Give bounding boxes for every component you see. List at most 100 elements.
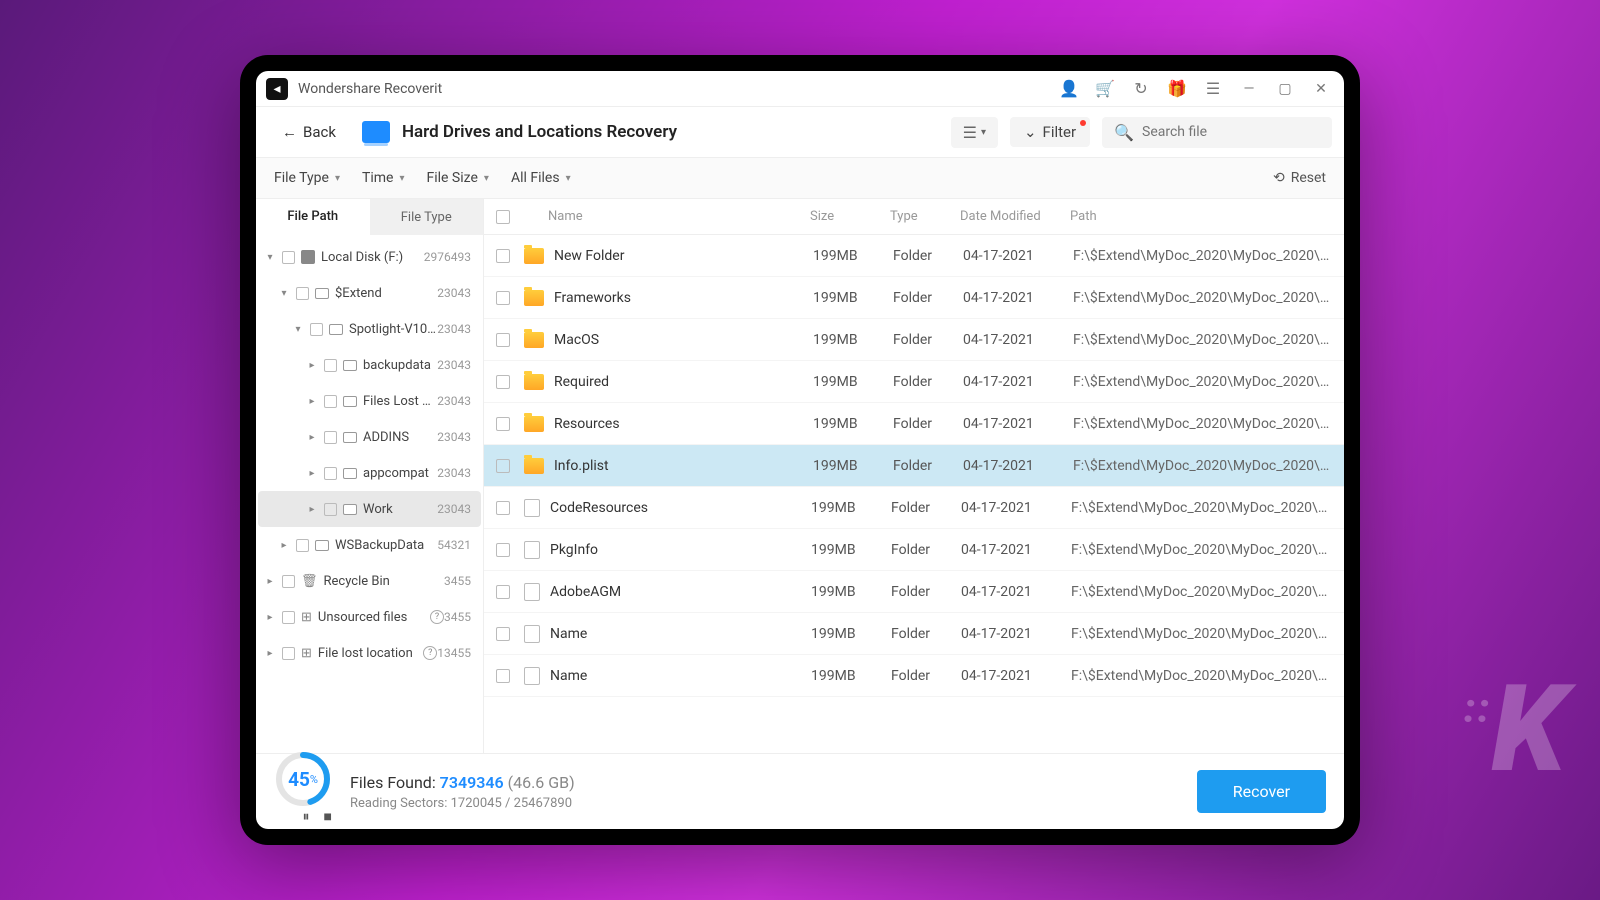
tree-item[interactable]: ▸Work23043 [258, 491, 481, 527]
row-checkbox[interactable] [496, 501, 510, 515]
tree-item[interactable]: ▾Local Disk (F:)2976493 [258, 239, 481, 275]
filter-filesize[interactable]: File Size [426, 170, 488, 186]
cell-path: F:\$Extend\MyDoc_2020\MyDoc_2020\M... [1073, 458, 1332, 474]
tree-checkbox[interactable] [282, 647, 295, 660]
tree-checkbox[interactable] [282, 611, 295, 624]
row-checkbox[interactable] [496, 417, 510, 431]
minimize-button[interactable]: — [1236, 76, 1262, 102]
col-name[interactable]: Name [548, 209, 810, 224]
table-row[interactable]: Name199MBFolder04-17-2021F:\$Extend\MyDo… [484, 655, 1344, 697]
tree-item[interactable]: ▸🗑Recycle Bin3455 [258, 563, 481, 599]
filter-allfiles[interactable]: All Files [511, 170, 571, 186]
folder-tree[interactable]: ▾Local Disk (F:)2976493▾$Extend23043▾Spo… [256, 235, 483, 753]
tree-caret-icon[interactable]: ▸ [306, 396, 318, 407]
tree-item[interactable]: ▸backupdata23043 [258, 347, 481, 383]
tree-caret-icon[interactable]: ▸ [306, 504, 318, 515]
filter-filetype[interactable]: File Type [274, 170, 340, 186]
cell-date: 04-17-2021 [961, 626, 1071, 642]
search-input[interactable] [1142, 124, 1320, 140]
tree-caret-icon[interactable]: ▾ [292, 324, 304, 335]
file-table-body[interactable]: New Folder199MBFolder04-17-2021F:\$Exten… [484, 235, 1344, 753]
reset-button[interactable]: ⟲ Reset [1273, 170, 1326, 186]
tree-item[interactable]: ▸⊞Unsourced files?3455 [258, 599, 481, 635]
tree-caret-icon[interactable]: ▸ [306, 360, 318, 371]
tab-file-path[interactable]: File Path [256, 199, 370, 235]
tree-caret-icon[interactable]: ▸ [264, 648, 276, 659]
tree-checkbox[interactable] [324, 503, 337, 516]
tree-item[interactable]: ▸ADDINS23043 [258, 419, 481, 455]
table-row[interactable]: AdobeAGM199MBFolder04-17-2021F:\$Extend\… [484, 571, 1344, 613]
row-checkbox[interactable] [496, 333, 510, 347]
filter-time[interactable]: Time [362, 170, 405, 186]
table-row[interactable]: Resources199MBFolder04-17-2021F:\$Extend… [484, 403, 1344, 445]
tree-item[interactable]: ▾$Extend23043 [258, 275, 481, 311]
file-icon [524, 499, 540, 517]
tree-item[interactable]: ▸Files Lost Origi...23043 [258, 383, 481, 419]
pause-button[interactable]: ⏸ [303, 809, 310, 825]
menu-icon[interactable]: ☰ [1200, 76, 1226, 102]
row-checkbox[interactable] [496, 627, 510, 641]
cell-path: F:\$Extend\MyDoc_2020\MyDoc_2020\M... [1073, 416, 1332, 432]
tree-caret-icon[interactable]: ▸ [264, 612, 276, 623]
row-checkbox[interactable] [496, 669, 510, 683]
tree-caret-icon[interactable]: ▾ [278, 288, 290, 299]
tree-item[interactable]: ▸appcompat23043 [258, 455, 481, 491]
table-row[interactable]: Info.plist199MBFolder04-17-2021F:\$Exten… [484, 445, 1344, 487]
tree-checkbox[interactable] [296, 539, 309, 552]
col-type[interactable]: Type [890, 209, 960, 224]
table-row[interactable]: CodeResources199MBFolder04-17-2021F:\$Ex… [484, 487, 1344, 529]
tree-item[interactable]: ▾Spotlight-V10000...23043 [258, 311, 481, 347]
cart-icon[interactable]: 🛒 [1092, 76, 1118, 102]
tree-checkbox[interactable] [282, 575, 295, 588]
tree-checkbox[interactable] [324, 395, 337, 408]
tree-checkbox[interactable] [310, 323, 323, 336]
row-checkbox[interactable] [496, 375, 510, 389]
row-checkbox[interactable] [496, 585, 510, 599]
filter-button[interactable]: ⌄ Filter [1010, 117, 1090, 147]
table-row[interactable]: MacOS199MBFolder04-17-2021F:\$Extend\MyD… [484, 319, 1344, 361]
search-box[interactable]: 🔍 [1102, 117, 1332, 148]
tree-item[interactable]: ▸⊞File lost location?13455 [258, 635, 481, 671]
tree-caret-icon[interactable]: ▾ [264, 252, 276, 263]
recover-button[interactable]: Recover [1197, 770, 1326, 813]
row-checkbox[interactable] [496, 459, 510, 473]
col-date[interactable]: Date Modified [960, 209, 1070, 224]
help-icon[interactable]: ? [430, 610, 444, 624]
gift-icon[interactable]: 🎁 [1164, 76, 1190, 102]
reading-sectors: Reading Sectors: 1720045 / 25467890 [350, 796, 1179, 811]
row-checkbox[interactable] [496, 291, 510, 305]
tree-checkbox[interactable] [296, 287, 309, 300]
tree-caret-icon[interactable]: ▸ [306, 432, 318, 443]
tree-count: 23043 [437, 322, 471, 336]
table-row[interactable]: New Folder199MBFolder04-17-2021F:\$Exten… [484, 235, 1344, 277]
help-icon[interactable]: ? [423, 646, 437, 660]
close-button[interactable]: ✕ [1308, 76, 1334, 102]
device-frame: ◂ Wondershare Recoverit 👤 🛒 ↻ 🎁 ☰ — ▢ ✕ … [240, 55, 1360, 845]
select-all-checkbox[interactable] [496, 210, 510, 224]
cell-date: 04-17-2021 [963, 374, 1073, 390]
maximize-button[interactable]: ▢ [1272, 76, 1298, 102]
row-checkbox[interactable] [496, 543, 510, 557]
tree-item[interactable]: ▸WSBackupData54321 [258, 527, 481, 563]
back-button[interactable]: ← Back [268, 117, 350, 147]
tree-checkbox[interactable] [282, 251, 295, 264]
cell-path: F:\$Extend\MyDoc_2020\MyDoc_2020\M... [1073, 248, 1332, 264]
tab-file-type[interactable]: File Type [370, 199, 484, 235]
table-row[interactable]: PkgInfo199MBFolder04-17-2021F:\$Extend\M… [484, 529, 1344, 571]
tree-checkbox[interactable] [324, 359, 337, 372]
tree-caret-icon[interactable]: ▸ [306, 468, 318, 479]
table-row[interactable]: Name199MBFolder04-17-2021F:\$Extend\MyDo… [484, 613, 1344, 655]
col-size[interactable]: Size [810, 209, 890, 224]
tree-checkbox[interactable] [324, 467, 337, 480]
col-path[interactable]: Path [1070, 209, 1332, 224]
tree-checkbox[interactable] [324, 431, 337, 444]
account-icon[interactable]: 👤 [1056, 76, 1082, 102]
table-row[interactable]: Frameworks199MBFolder04-17-2021F:\$Exten… [484, 277, 1344, 319]
row-checkbox[interactable] [496, 249, 510, 263]
stop-button[interactable]: ■ [324, 808, 332, 825]
table-row[interactable]: Required199MBFolder04-17-2021F:\$Extend\… [484, 361, 1344, 403]
refresh-icon[interactable]: ↻ [1128, 76, 1154, 102]
tree-caret-icon[interactable]: ▸ [278, 540, 290, 551]
view-toggle[interactable]: ☰ ▾ [951, 117, 998, 148]
tree-caret-icon[interactable]: ▸ [264, 576, 276, 587]
